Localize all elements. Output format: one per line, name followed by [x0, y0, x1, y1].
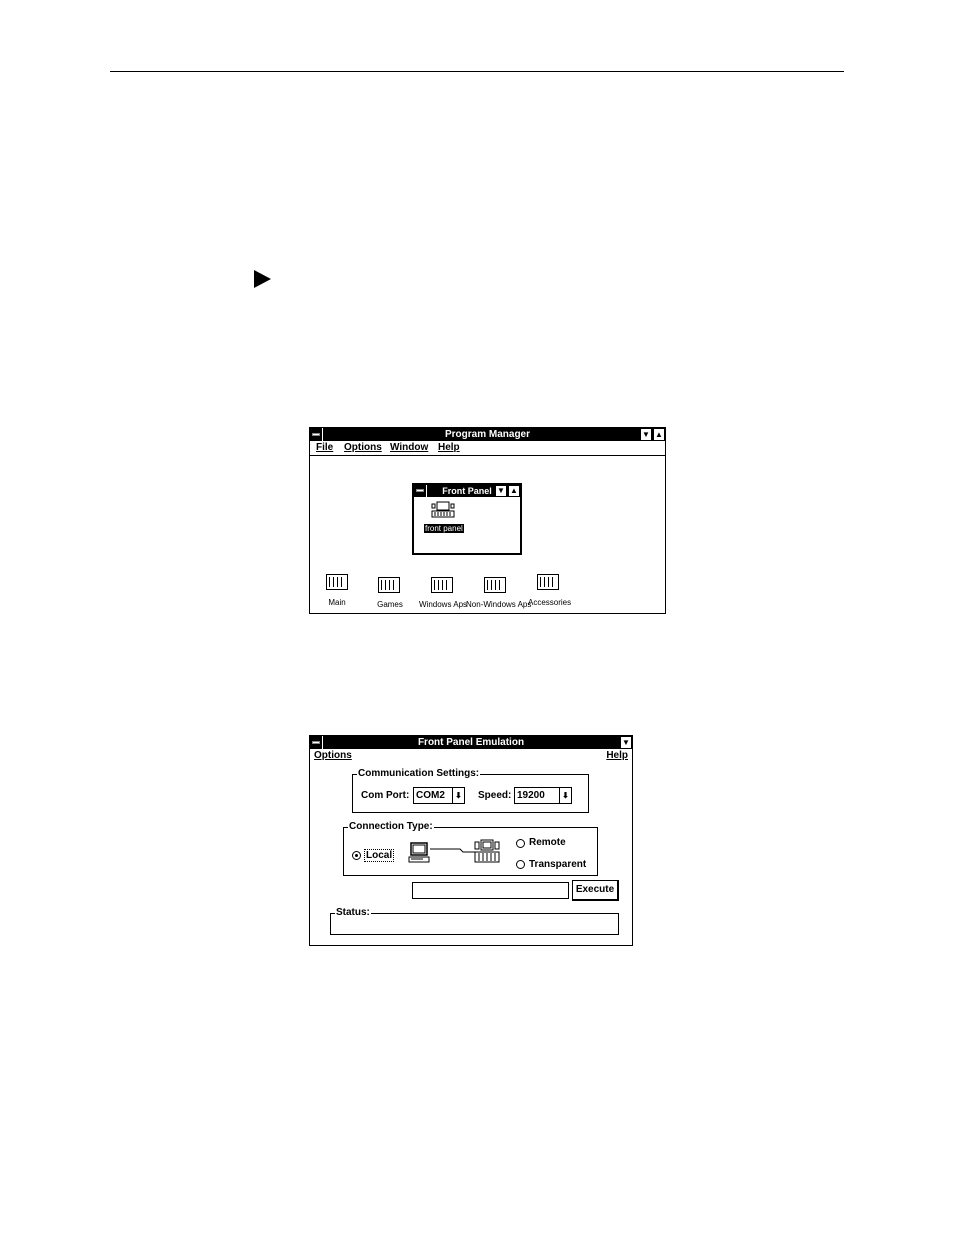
group-label-accessories[interactable]: Accessories [528, 598, 571, 607]
computer-icon [408, 842, 430, 863]
system-menu-icon[interactable] [310, 428, 323, 441]
emulation-title: Front Panel Emulation [417, 737, 525, 748]
local-label[interactable]: Local [364, 849, 395, 862]
status-group: Status: [330, 907, 619, 935]
speed-label: Speed: [478, 790, 512, 801]
emulation-titlebar[interactable]: Front Panel Emulation [310, 736, 632, 749]
maximize-icon[interactable]: ▲ [653, 428, 665, 441]
menu-window[interactable]: Window [390, 441, 428, 455]
group-label-non-windows-aps[interactable]: Non-Windows Aps [466, 600, 531, 609]
maximize-icon[interactable]: ▲ [508, 485, 520, 497]
dropdown-arrow-icon[interactable]: ⬇ [452, 788, 464, 803]
execute-button[interactable]: Execute [572, 880, 619, 901]
communication-settings-group: Communication Settings: Com Port: COM2 ⬇… [352, 768, 589, 813]
program-group-icon[interactable] [326, 574, 348, 590]
speed-select[interactable]: 19200 ⬇ [514, 787, 572, 804]
minimize-icon[interactable]: ▼ [620, 736, 632, 749]
system-menu-icon[interactable] [310, 736, 323, 749]
menu-help[interactable]: Help [606, 749, 628, 763]
transparent-radio[interactable] [516, 860, 525, 869]
program-group-icon[interactable] [484, 577, 506, 593]
menu-options[interactable]: Options [344, 441, 382, 455]
menu-options[interactable]: Options [314, 749, 352, 763]
program-manager-titlebar[interactable]: Program Manager [310, 428, 665, 441]
connection-line [430, 848, 476, 853]
remote-radio[interactable] [516, 839, 525, 848]
program-manager-menubar: File Options Window Help [310, 441, 665, 456]
connection-type-group: Connection Type: Local Remote Transparen… [343, 821, 598, 876]
communication-settings-legend: Communication Settings: [357, 768, 481, 779]
local-radio[interactable] [352, 851, 361, 860]
connection-type-legend: Connection Type: [348, 821, 434, 832]
com-port-label: Com Port: [361, 790, 410, 801]
group-label-windows-aps[interactable]: Windows Aps [419, 600, 467, 609]
front-panel-device-icon [474, 839, 500, 863]
group-label-main[interactable]: Main [324, 598, 350, 607]
front-panel-device-icon[interactable] [431, 501, 455, 519]
minimize-icon[interactable]: ▼ [495, 485, 507, 497]
arrow-right-icon [254, 270, 271, 288]
com-port-value: COM2 [416, 790, 445, 801]
front-panel-group-window[interactable]: Front Panel ▼ ▲ front panel [412, 483, 522, 555]
program-manager-window: Program Manager ▼ ▲ File Options Window … [309, 427, 666, 614]
minimize-icon[interactable]: ▼ [640, 428, 652, 441]
program-group-icon[interactable] [431, 577, 453, 593]
com-port-select[interactable]: COM2 ⬇ [413, 787, 465, 804]
transparent-label[interactable]: Transparent [529, 859, 586, 870]
program-group-icon[interactable] [378, 577, 400, 593]
menu-file[interactable]: File [316, 441, 333, 455]
emulation-menubar: Options Help [310, 749, 632, 763]
menu-help[interactable]: Help [438, 441, 460, 455]
front-panel-emulation-window: Front Panel Emulation ▼ Options Help Com… [309, 735, 633, 946]
status-legend: Status: [335, 907, 371, 918]
dropdown-arrow-icon[interactable]: ⬇ [559, 788, 571, 803]
group-label-games[interactable]: Games [372, 600, 408, 609]
remote-label[interactable]: Remote [529, 837, 566, 848]
front-panel-icon-label[interactable]: front panel [424, 524, 464, 533]
program-manager-title: Program Manager [444, 429, 531, 440]
program-group-icon[interactable] [537, 574, 559, 590]
system-menu-icon[interactable] [414, 485, 427, 497]
command-input[interactable] [412, 882, 569, 899]
front-panel-title: Front Panel [442, 486, 492, 496]
speed-value: 19200 [517, 790, 545, 801]
header-rule [110, 71, 844, 72]
